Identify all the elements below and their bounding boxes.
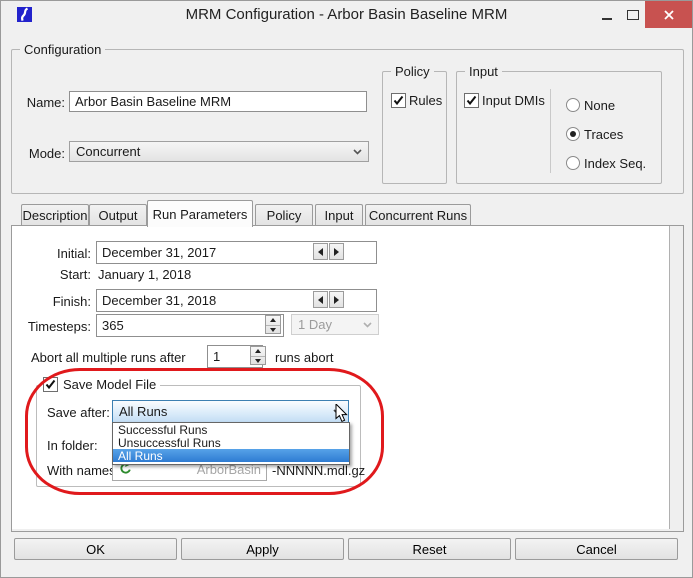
policy-group: Policy	[382, 71, 447, 184]
tab-policy[interactable]: Policy	[255, 204, 313, 225]
check-icon	[393, 95, 404, 106]
check-icon	[45, 379, 56, 390]
tab-concurrent-runs[interactable]: Concurrent Runs	[365, 204, 471, 225]
abort-prefix-label: Abort all multiple runs after	[31, 350, 186, 365]
policy-group-label: Policy	[391, 64, 434, 79]
mode-select[interactable]: Concurrent	[69, 141, 369, 162]
timestep-size-select: 1 Day	[291, 314, 379, 335]
close-button[interactable]	[645, 1, 692, 28]
radio-traces[interactable]	[566, 127, 580, 141]
finish-label: Finish:	[21, 294, 91, 309]
finish-date-back-button[interactable]	[313, 291, 328, 308]
down-arrow-icon	[255, 359, 261, 363]
name-input[interactable]: Arbor Basin Baseline MRM	[69, 91, 367, 112]
title-bar: MRM Configuration - Arbor Basin Baseline…	[1, 1, 692, 28]
with-names-suffix: -NNNNN.mdl.gz	[272, 463, 365, 478]
rules-label: Rules	[409, 93, 442, 108]
configuration-group-label: Configuration	[20, 42, 105, 57]
save-after-select[interactable]: All Runs	[112, 400, 349, 423]
spin-up-button[interactable]	[251, 347, 265, 356]
with-names-label: With names:	[47, 463, 119, 478]
save-model-file-checkbox[interactable]	[43, 377, 58, 392]
dropdown-option-all-runs[interactable]: All Runs	[113, 449, 349, 462]
save-after-dropdown-list: Successful Runs Unsuccessful Runs All Ru…	[112, 422, 350, 465]
spin-down-button[interactable]	[266, 325, 280, 335]
timesteps-input[interactable]: 365	[96, 314, 284, 337]
radio-none-label: None	[584, 98, 615, 113]
spin-down-button[interactable]	[251, 356, 265, 366]
tab-description[interactable]: Description	[21, 204, 89, 225]
mrm-configuration-dialog: MRM Configuration - Arbor Basin Baseline…	[0, 0, 693, 578]
spin-up-button[interactable]	[266, 316, 280, 325]
close-icon	[663, 9, 675, 21]
radio-index-seq[interactable]	[566, 156, 580, 170]
tab-input[interactable]: Input	[315, 204, 363, 225]
start-value: January 1, 2018	[98, 267, 191, 282]
up-arrow-icon	[270, 318, 276, 322]
finish-date-forward-button[interactable]	[329, 291, 344, 308]
initial-label: Initial:	[21, 246, 91, 261]
dialog-title: MRM Configuration - Arbor Basin Baseline…	[1, 1, 692, 28]
name-label: Name:	[25, 95, 65, 110]
apply-button[interactable]: Apply	[181, 538, 344, 560]
chevron-down-icon	[363, 322, 372, 328]
left-arrow-icon	[318, 248, 323, 256]
mouse-cursor	[335, 404, 349, 427]
cancel-button[interactable]: Cancel	[515, 538, 678, 560]
dropdown-option-unsuccessful-runs[interactable]: Unsuccessful Runs	[113, 436, 349, 449]
mode-label: Mode:	[25, 146, 65, 161]
timesteps-label: Timesteps:	[11, 319, 91, 334]
initial-date-back-button[interactable]	[313, 243, 328, 260]
abort-suffix-label: runs abort	[275, 350, 334, 365]
save-model-file-label: Save Model File	[63, 377, 156, 392]
right-arrow-icon	[334, 296, 339, 304]
up-arrow-icon	[255, 349, 261, 353]
maximize-button[interactable]	[621, 1, 645, 28]
dropdown-option-successful-runs[interactable]: Successful Runs	[113, 423, 349, 436]
in-folder-label: In folder:	[47, 438, 98, 453]
save-model-file-header: Save Model File	[39, 377, 160, 392]
right-arrow-icon	[334, 248, 339, 256]
save-after-label: Save after:	[47, 405, 110, 420]
input-dmis-label: Input DMIs	[482, 93, 545, 108]
initial-date-forward-button[interactable]	[329, 243, 344, 260]
ok-button[interactable]: OK	[14, 538, 177, 560]
start-label: Start:	[21, 267, 91, 282]
abort-count-spinner[interactable]	[250, 346, 266, 365]
chevron-down-icon	[353, 149, 362, 155]
minimize-button[interactable]	[593, 1, 621, 28]
tab-run-parameters[interactable]: Run Parameters	[147, 200, 253, 227]
radio-traces-label: Traces	[584, 127, 623, 142]
radio-none[interactable]	[566, 98, 580, 112]
timesteps-spinner[interactable]	[265, 315, 281, 334]
radio-index-seq-label: Index Seq.	[584, 156, 646, 171]
input-dmis-checkbox[interactable]	[464, 93, 479, 108]
reset-button[interactable]: Reset	[348, 538, 511, 560]
maximize-icon	[627, 10, 639, 20]
rules-checkbox[interactable]	[391, 93, 406, 108]
down-arrow-icon	[270, 328, 276, 332]
check-icon	[466, 95, 477, 106]
input-group-label: Input	[465, 64, 502, 79]
left-arrow-icon	[318, 296, 323, 304]
minimize-icon	[602, 18, 612, 20]
input-separator	[550, 89, 551, 173]
tab-output[interactable]: Output	[89, 204, 147, 225]
